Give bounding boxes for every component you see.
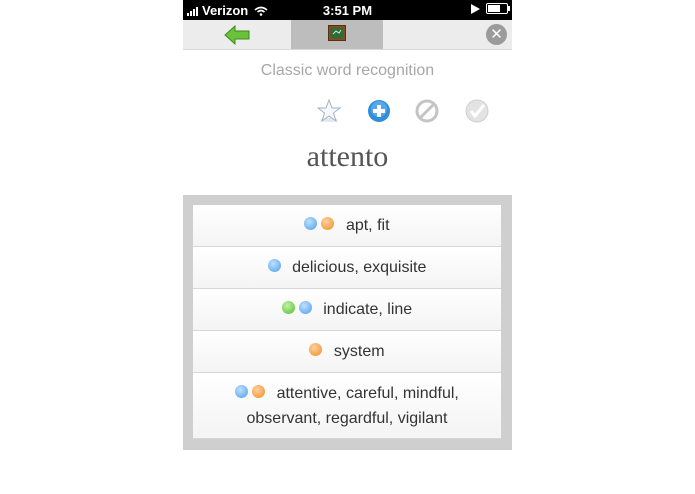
- orange-dot-icon: [309, 343, 323, 357]
- status-right: [471, 3, 510, 14]
- prohibited-icon: [415, 99, 439, 123]
- favorite-star-button[interactable]: [316, 98, 342, 124]
- answer-choice-1[interactable]: apt, fit: [193, 205, 501, 247]
- add-button[interactable]: [366, 98, 392, 124]
- answer-choices: apt, fit delicious, exquisite indicate, …: [183, 195, 512, 450]
- status-bar: Verizon 3:51 PM: [183, 0, 512, 20]
- battery-icon: [486, 3, 510, 14]
- dots: [267, 259, 285, 276]
- action-icons: [316, 98, 496, 126]
- orange-dot-icon: [321, 217, 335, 231]
- green-dot-icon: [281, 301, 295, 315]
- choice-text: attentive, careful, mindful, observant, …: [246, 384, 459, 427]
- dots: [281, 301, 316, 318]
- answer-choice-2[interactable]: delicious, exquisite: [193, 247, 501, 289]
- dots: [309, 343, 326, 360]
- blue-dot-icon: [267, 259, 281, 273]
- chalkboard-tab[interactable]: [291, 20, 383, 49]
- chalkboard-icon: [328, 25, 346, 41]
- star-icon: [316, 98, 342, 123]
- toolbar: ✕: [183, 20, 512, 50]
- close-button[interactable]: ✕: [486, 24, 507, 45]
- choice-text: system: [333, 343, 385, 360]
- check-button[interactable]: [464, 98, 490, 124]
- close-icon: ✕: [490, 26, 503, 43]
- blue-dot-icon: [298, 301, 312, 315]
- choice-text: delicious, exquisite: [292, 259, 427, 276]
- plus-circle-icon: [368, 100, 390, 122]
- answer-choice-3[interactable]: indicate, line: [193, 289, 501, 331]
- status-time: 3:51 PM: [322, 3, 373, 18]
- choice-text: indicate, line: [323, 301, 413, 318]
- blue-dot-icon: [235, 384, 249, 398]
- checkmark-icon: [465, 99, 489, 123]
- orange-dot-icon: [252, 384, 266, 398]
- play-icon: [471, 3, 480, 14]
- dots: [304, 217, 338, 234]
- green-arrow-left-icon: [224, 24, 250, 46]
- quiz-word: attento: [306, 140, 389, 173]
- answer-choice-4[interactable]: system: [193, 331, 501, 373]
- answer-choice-5[interactable]: attentive, careful, mindful, observant, …: [193, 373, 501, 439]
- dots: [235, 384, 269, 402]
- choice-text: apt, fit: [345, 217, 390, 234]
- phone-screen: Verizon 3:51 PM ✕ Classic word recogniti…: [183, 0, 512, 494]
- blue-dot-icon: [304, 217, 318, 231]
- back-button[interactable]: [223, 24, 253, 46]
- mode-title: Classic word recognition: [260, 62, 435, 79]
- block-button[interactable]: [414, 98, 440, 124]
